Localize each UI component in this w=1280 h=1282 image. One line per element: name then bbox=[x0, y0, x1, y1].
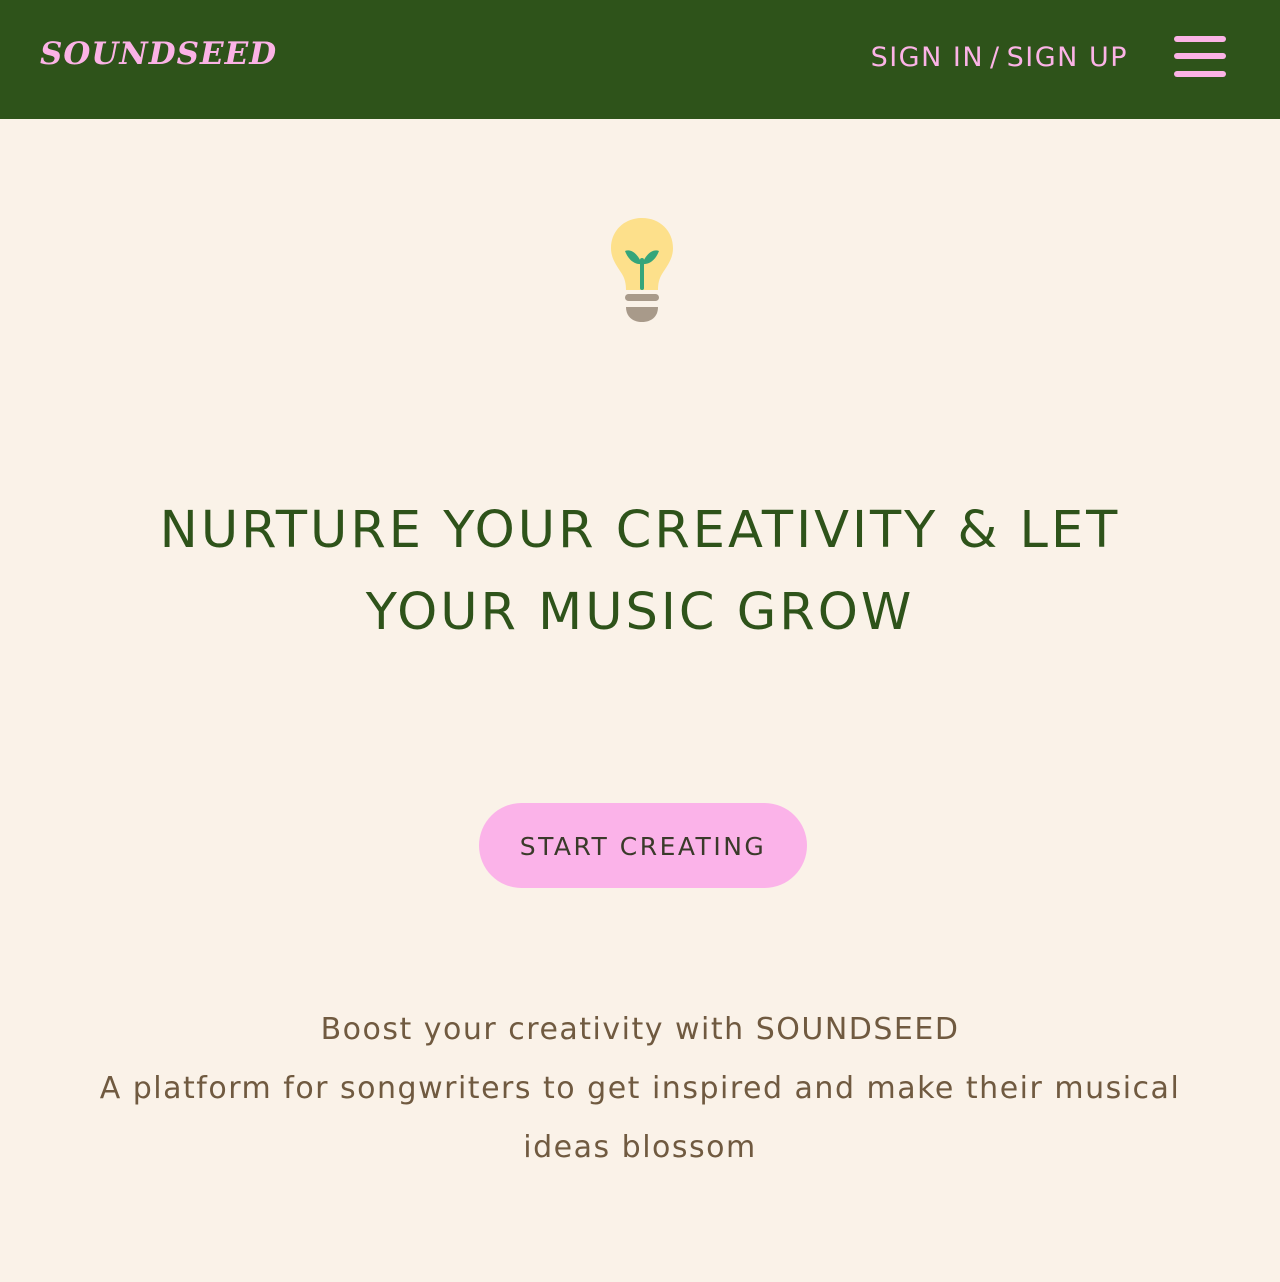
hamburger-menu-icon[interactable] bbox=[1174, 36, 1228, 80]
hero-tagline: Boost your creativity with SOUNDSEED A p… bbox=[80, 1000, 1200, 1177]
auth-separator: / bbox=[990, 42, 1001, 73]
sign-up-link[interactable]: SIGN UP bbox=[1007, 42, 1128, 73]
logo[interactable]: SOUNDSEED bbox=[40, 34, 277, 74]
sign-in-link[interactable]: SIGN IN bbox=[871, 42, 984, 73]
auth-links: SIGN IN / SIGN UP bbox=[871, 38, 1128, 78]
tagline-line-2: A platform for songwriters to get inspir… bbox=[99, 1071, 1181, 1165]
top-navigation-bar: SOUNDSEED SIGN IN / SIGN UP bbox=[0, 0, 1280, 119]
tagline-line-1: Boost your creativity with SOUNDSEED bbox=[320, 1012, 960, 1047]
lightbulb-sprout-icon bbox=[604, 214, 680, 326]
hero-headline: NURTURE YOUR CREATIVITY & LET YOUR MUSIC… bbox=[159, 501, 1121, 642]
start-creating-button[interactable]: START CREATING bbox=[479, 803, 807, 888]
